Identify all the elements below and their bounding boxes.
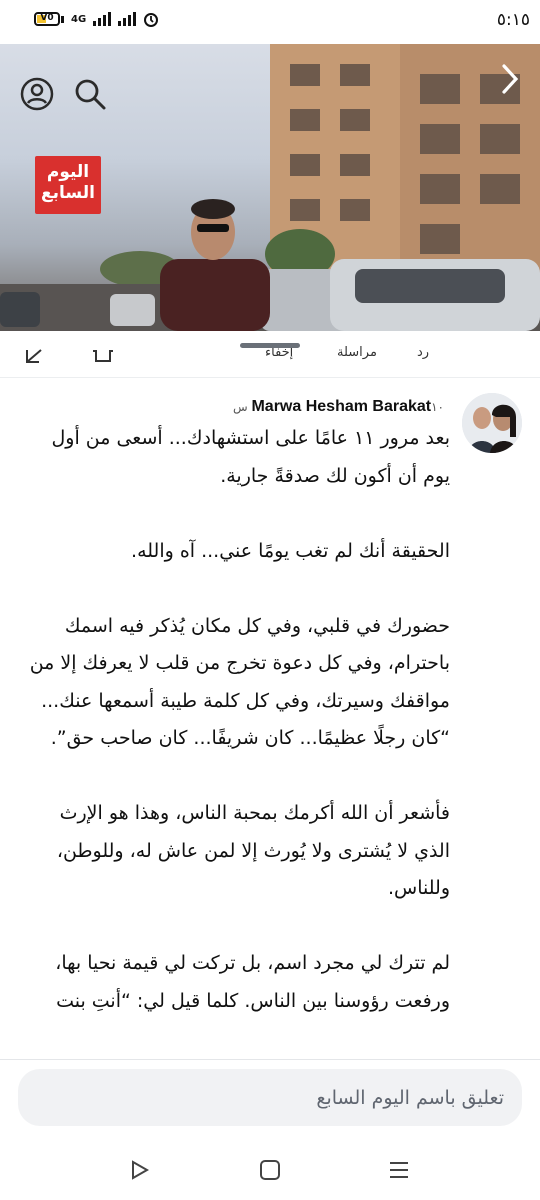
comment-paragraph-4: فأشعر أن الله أكرمك بمحبة الناس، وهذا هو… [56,802,450,899]
battery-tip [61,15,64,23]
status-time: ٥:١٥ [496,10,530,30]
hero-video[interactable]: اليوم السابع [0,44,540,331]
battery-icon: V0 [34,12,60,26]
signal-icon-2 [118,12,137,26]
youm7-logo: اليوم السابع [35,156,101,214]
logo-line-1: اليوم [46,162,90,182]
comment-author[interactable]: Marwa Hesham Barakat [251,398,431,415]
drag-handle[interactable] [240,343,300,348]
comment-actions-bar: إخفاء مراسلة رد [0,331,540,378]
comment-header: Marwa Hesham Barakat١٠ س [150,396,450,418]
alarm-icon [144,13,159,27]
message-button[interactable]: مراسلة [337,345,377,360]
divider [0,1059,540,1060]
expand-icon[interactable] [24,347,46,365]
comment-paragraph-2: الحقيقة أنك لم تغب يومًا عني... آه والله… [131,539,450,562]
search-icon[interactable] [73,77,107,111]
status-bar: V0 4G ٥:١٥ [0,0,540,44]
comment-body: بعد مرور ١١ عامًا على استشهادك... أسعى م… [20,420,450,1060]
logo-line-2: السابع [41,183,95,203]
comment-composer [18,1069,522,1126]
comment-input[interactable] [18,1069,522,1126]
react-icon[interactable] [90,347,114,365]
home-icon[interactable] [257,1157,283,1183]
account-icon[interactable] [20,77,54,111]
avatar-photo [462,393,522,453]
comment-paragraph-1: بعد مرور ١١ عامًا على استشهادك... أسعى م… [51,427,450,487]
battery-label: V0 [40,13,54,23]
status-icons: V0 4G [34,11,159,27]
avatar[interactable] [462,393,522,453]
comment-paragraph-5: لم تترك لي مجرد اسم، بل تركت لي قيمة نحي… [55,952,450,1012]
recents-icon[interactable] [386,1157,412,1183]
back-icon[interactable] [127,1157,153,1183]
system-nav-bar [0,1137,540,1200]
chevron-right-icon[interactable] [496,62,524,96]
signal-icon [93,12,112,26]
reply-button[interactable]: رد [417,345,429,360]
network-type: 4G [71,13,87,25]
comment-paragraph-3: حضورك في قلبي، وفي كل مكان يُذكر فيه اسم… [29,614,450,750]
